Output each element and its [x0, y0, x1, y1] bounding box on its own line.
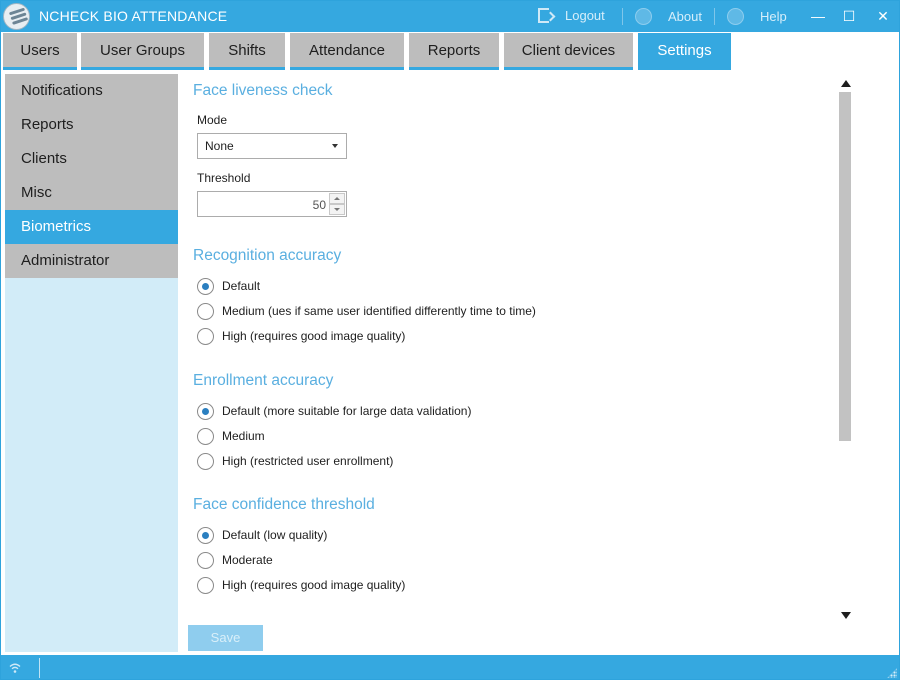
sidebar-item-clients[interactable]: Clients	[5, 142, 178, 176]
enrollment-section-title: Enrollment accuracy	[193, 372, 334, 389]
enrollment-option-high[interactable]: High (restricted user enrollment)	[197, 451, 393, 471]
title-separator	[622, 8, 623, 25]
radio-button[interactable]	[197, 551, 214, 569]
radio-button[interactable]	[197, 427, 214, 445]
tab-user-groups[interactable]: User Groups	[81, 33, 204, 70]
radio-button[interactable]	[197, 402, 214, 420]
maximize-button[interactable]: ☐	[837, 5, 861, 27]
biometrics-settings-panel: Face liveness check Mode None Threshold …	[179, 74, 839, 625]
confidence-section-title: Face confidence threshold	[193, 496, 375, 513]
radio-label: High (requires good image quality)	[222, 329, 406, 343]
mode-select[interactable]: None	[197, 133, 347, 159]
recognition-option-medium[interactable]: Medium (ues if same user identified diff…	[197, 301, 536, 321]
status-bar	[1, 655, 899, 679]
threshold-stepper[interactable]: 50	[197, 191, 347, 217]
mode-select-value: None	[205, 139, 234, 153]
recognition-option-high[interactable]: High (requires good image quality)	[197, 326, 405, 346]
logout-icon	[538, 8, 549, 23]
radio-label: Moderate	[222, 553, 273, 567]
radio-button[interactable]	[197, 452, 214, 470]
wifi-icon	[9, 663, 21, 673]
scroll-down-arrow-icon[interactable]	[841, 612, 851, 619]
liveness-section-title: Face liveness check	[193, 82, 333, 99]
threshold-value: 50	[312, 198, 326, 212]
mode-label: Mode	[197, 113, 228, 127]
radio-button[interactable]	[197, 277, 214, 295]
recognition-option-default[interactable]: Default	[197, 276, 260, 296]
info-icon	[635, 8, 652, 25]
resize-grip-icon[interactable]	[887, 668, 897, 678]
help-label: Help	[760, 9, 787, 24]
enrollment-option-default[interactable]: Default (more suitable for large data va…	[197, 401, 471, 421]
radio-label: Medium	[222, 429, 265, 443]
recognition-section-title: Recognition accuracy	[193, 247, 342, 264]
save-button[interactable]: Save	[188, 625, 263, 651]
stepper-down-icon[interactable]	[329, 204, 345, 215]
sidebar-item-notifications[interactable]: Notifications	[5, 74, 178, 108]
confidence-option-high[interactable]: High (requires good image quality)	[197, 575, 405, 595]
about-label: About	[668, 9, 702, 24]
sidebar-item-biometrics[interactable]: Biometrics	[5, 210, 178, 244]
minimize-button[interactable]: —	[806, 5, 830, 27]
radio-label: High (requires good image quality)	[222, 578, 406, 592]
radio-label: Medium (ues if same user identified diff…	[222, 304, 536, 318]
radio-label: High (restricted user enrollment)	[222, 454, 394, 468]
ncheck-logo-icon	[3, 3, 30, 30]
threshold-label: Threshold	[197, 171, 251, 185]
close-button[interactable]: ✕	[871, 5, 895, 27]
scroll-up-arrow-icon[interactable]	[841, 80, 851, 87]
confidence-option-default[interactable]: Default (low quality)	[197, 525, 327, 545]
help-icon	[727, 8, 744, 25]
confidence-option-moderate[interactable]: Moderate	[197, 550, 273, 570]
stepper-up-icon[interactable]	[329, 193, 345, 204]
tab-client-devices[interactable]: Client devices	[504, 33, 633, 70]
about-button[interactable]: About	[635, 8, 702, 25]
logout-label: Logout	[565, 8, 605, 23]
settings-sidebar: Notifications Reports Clients Misc Biome…	[5, 74, 178, 652]
logout-button[interactable]: Logout	[538, 8, 605, 23]
tab-shifts[interactable]: Shifts	[209, 33, 285, 70]
radio-label: Default (more suitable for large data va…	[222, 404, 472, 418]
sidebar-item-reports[interactable]: Reports	[5, 108, 178, 142]
title-separator	[714, 8, 715, 25]
help-button[interactable]: Help	[727, 8, 787, 25]
radio-button[interactable]	[197, 576, 214, 594]
tab-attendance[interactable]: Attendance	[290, 33, 404, 70]
main-tabs: Users User Groups Shifts Attendance Repo…	[1, 32, 899, 70]
sidebar-item-administrator[interactable]: Administrator	[5, 244, 178, 278]
tab-users[interactable]: Users	[3, 33, 77, 70]
radio-button[interactable]	[197, 526, 214, 544]
scrollbar-thumb[interactable]	[839, 92, 851, 441]
tab-reports[interactable]: Reports	[409, 33, 499, 70]
app-title: NCHECK BIO ATTENDANCE	[39, 8, 228, 24]
status-separator	[39, 658, 40, 678]
tab-settings[interactable]: Settings	[638, 33, 731, 70]
app-window: NCHECK BIO ATTENDANCE Logout About Help …	[0, 0, 900, 680]
title-bar[interactable]: NCHECK BIO ATTENDANCE Logout About Help …	[1, 1, 899, 32]
radio-label: Default	[222, 279, 261, 293]
chevron-down-icon	[332, 144, 338, 148]
enrollment-option-medium[interactable]: Medium	[197, 426, 265, 446]
radio-button[interactable]	[197, 302, 214, 320]
sidebar-item-misc[interactable]: Misc	[5, 176, 178, 210]
radio-label: Default (low quality)	[222, 528, 328, 542]
radio-button[interactable]	[197, 327, 214, 345]
